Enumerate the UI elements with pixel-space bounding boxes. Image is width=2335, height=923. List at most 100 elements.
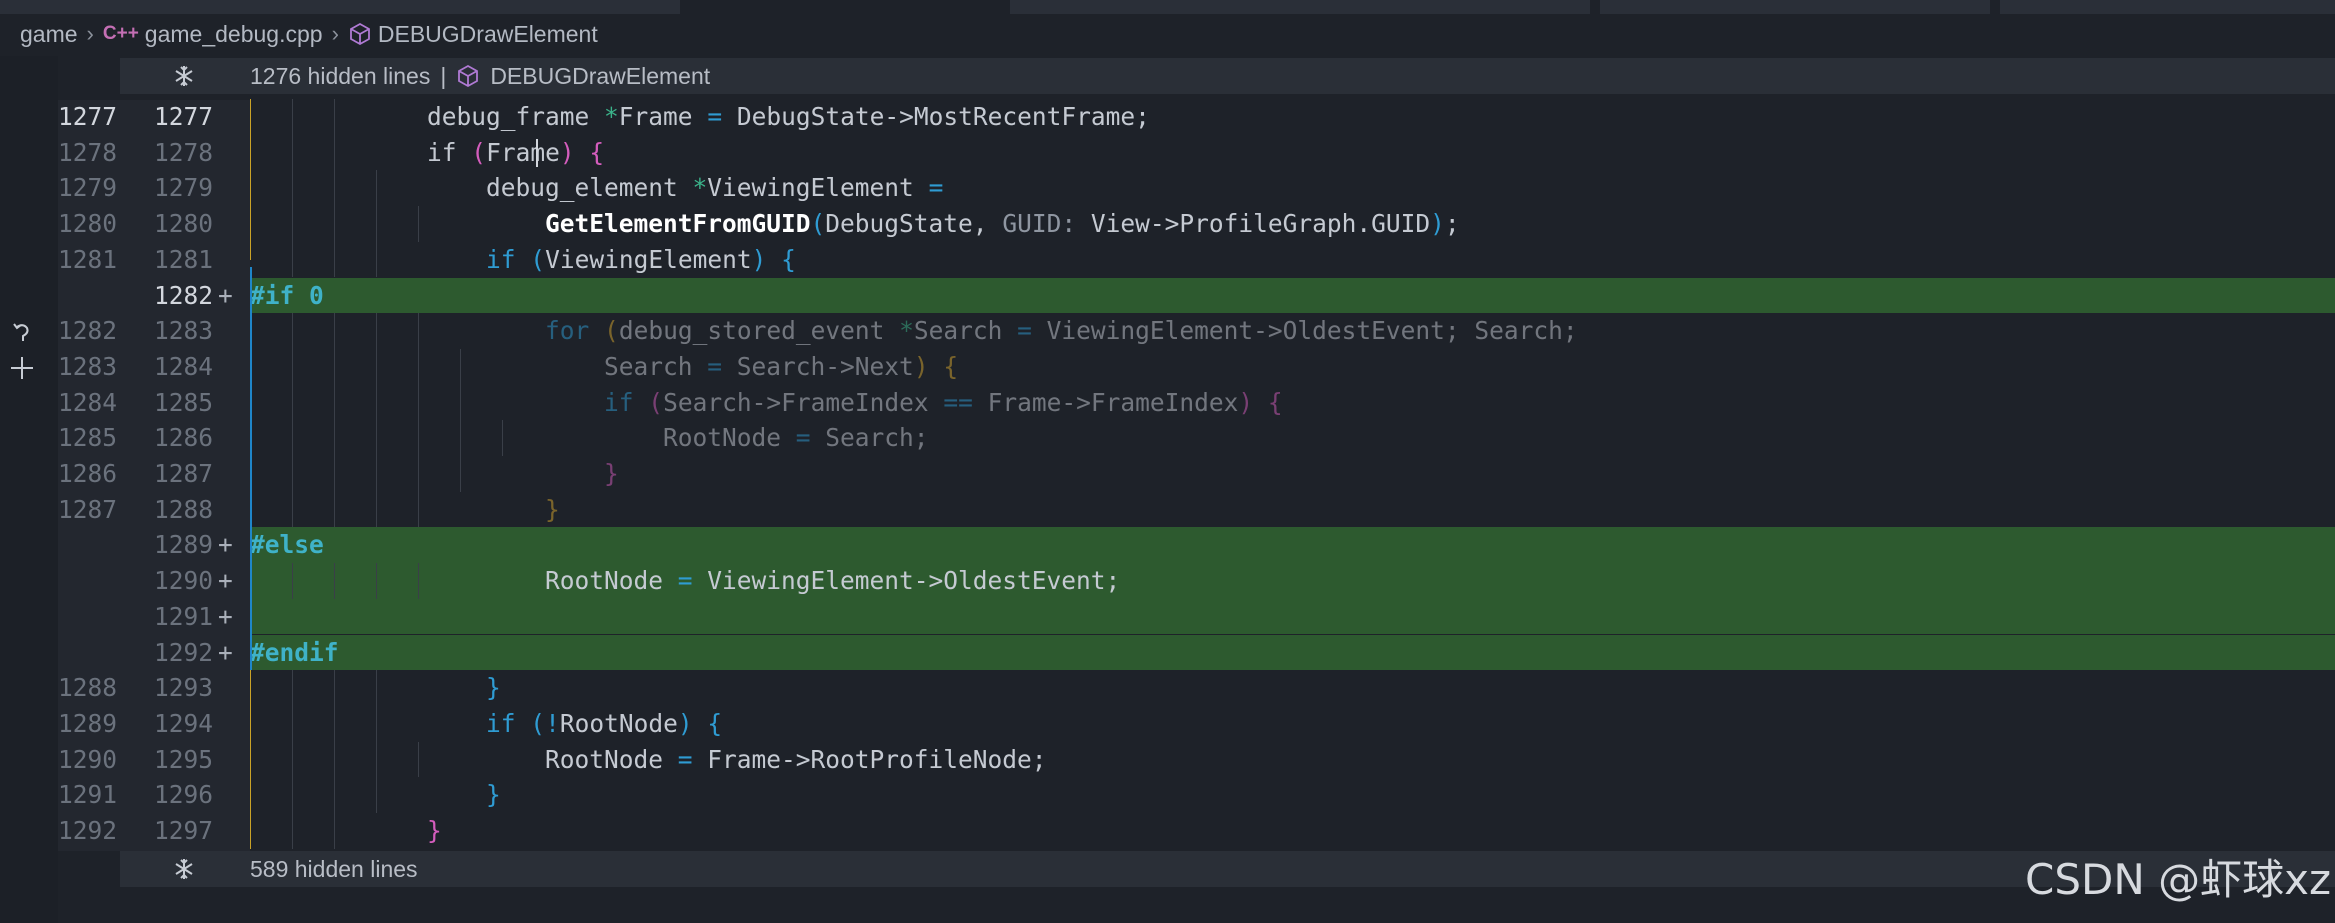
fold-bottom-bar[interactable]: 589 hidden lines — [120, 851, 2335, 887]
code-text[interactable]: #if 0 — [250, 278, 324, 314]
top-tab-strip — [0, 0, 2335, 14]
code-text[interactable]: RootNode = Frame->RootProfileNode; — [250, 742, 1047, 778]
fold-top-bar[interactable]: 1276 hidden lines | DEBUGDrawElement — [120, 58, 2335, 94]
code-text[interactable]: Search = Search->Next) { — [250, 349, 958, 385]
code-token: ) — [751, 244, 767, 274]
code-token: = — [1017, 316, 1032, 346]
cpp-file-icon: C++ — [102, 23, 139, 44]
code-line[interactable]: 1282 1283 for (debug_stored_event *Search… — [0, 313, 2335, 349]
fold-icon[interactable] — [172, 857, 196, 881]
tab-strip-segment — [0, 0, 680, 14]
added-line[interactable]: 1289 + #else — [0, 527, 2335, 564]
new-line-number: 1279 — [154, 173, 214, 203]
code-token: ) — [1238, 387, 1254, 417]
code-token: ( — [530, 244, 546, 274]
code-text[interactable]: #else — [250, 527, 324, 563]
code-token: if — [486, 244, 516, 274]
code-text[interactable]: if (Search->FrameIndex == Frame->FrameIn… — [250, 385, 1283, 421]
code-line[interactable]: 1277 1277 debug_frame *Frame = DebugState… — [0, 99, 2335, 135]
breadcrumb-folder[interactable]: game — [20, 21, 78, 48]
code-line[interactable]: 1290 1295 RootNode = Frame->RootProfileNo… — [0, 741, 2335, 778]
code-token: GUID: — [1002, 209, 1077, 239]
added-marker-icon: + — [218, 637, 233, 667]
code-token: ) — [1430, 209, 1445, 239]
new-line-number: 1294 — [154, 708, 214, 738]
code-token: = — [795, 423, 811, 453]
code-text[interactable]: for (debug_stored_event *Search = Viewin… — [250, 313, 1578, 349]
code-token: ) — [559, 137, 575, 167]
code-token: = — [677, 566, 693, 596]
added-marker-icon: + — [218, 601, 233, 631]
diff-added-highlight — [250, 634, 2335, 671]
new-line-number: 1292 — [154, 637, 214, 667]
added-line[interactable]: 1290 + RootNode = ViewingElement->OldestE… — [0, 563, 2335, 599]
added-line[interactable]: 1291 + — [0, 598, 2335, 635]
code-token: Search — [604, 351, 708, 381]
code-token: DebugState, — [825, 209, 1003, 239]
code-line[interactable]: 1289 1294 if (!RootNode) { — [0, 705, 2335, 742]
diff-added-highlight — [250, 598, 2335, 635]
code-token: DebugState->MostRecentFrame; — [722, 102, 1150, 131]
code-token: for — [545, 316, 590, 346]
code-line[interactable]: 1279 1279 debug_element *ViewingElement = — [0, 170, 2335, 207]
old-line-number: 1290 — [58, 744, 118, 774]
code-text[interactable]: #endif — [250, 635, 339, 671]
code-line[interactable]: 1278 1278 if (Frame) { — [0, 134, 2335, 171]
code-text[interactable]: } — [250, 777, 501, 813]
code-line[interactable]: 1285 1286 RootNode = Search; — [0, 420, 2335, 456]
breadcrumb-file[interactable]: game_debug.cpp — [145, 21, 323, 48]
chevron-right-icon: › — [86, 21, 94, 46]
fold-symbol[interactable]: DEBUGDrawElement — [490, 63, 710, 90]
fold-icon[interactable] — [172, 64, 196, 88]
code-line[interactable]: 1280 1280 GetElementFromGUID(DebugState, … — [0, 206, 2335, 242]
code-line[interactable]: 1292 1297 } — [0, 813, 2335, 849]
code-text[interactable]: debug_frame *Frame = DebugState->MostRec… — [250, 99, 1150, 135]
code-line[interactable]: 1287 1288 } — [0, 491, 2335, 528]
code-token: debug_stored_event — [618, 316, 900, 346]
code-text[interactable]: if (Frame) { — [250, 135, 604, 171]
code-text[interactable]: } — [250, 670, 501, 706]
code-token: } — [545, 494, 560, 524]
code-token: = — [928, 173, 944, 203]
tab-strip-segment — [1010, 0, 1590, 14]
code-text[interactable]: } — [250, 813, 442, 849]
code-line[interactable]: 1288 1293 } — [0, 670, 2335, 706]
chevron-right-icon: › — [331, 21, 339, 46]
code-text[interactable]: debug_element *ViewingElement = — [250, 170, 943, 206]
code-token: debug_element — [486, 173, 693, 203]
added-line[interactable]: 1292 + #endif — [0, 634, 2335, 671]
code-line[interactable]: 1281 1281 if (ViewingElement) { — [0, 241, 2335, 278]
code-text[interactable]: } — [250, 492, 560, 528]
code-line[interactable]: 1283 1284 Search = Search->Next) { — [0, 348, 2335, 385]
code-text[interactable]: if (ViewingElement) { — [250, 242, 796, 278]
code-text[interactable]: RootNode = ViewingElement->OldestEvent; — [250, 563, 1120, 599]
new-line-number: 1285 — [154, 387, 214, 417]
new-line-number: 1293 — [154, 673, 214, 703]
code-text[interactable]: if (!RootNode) { — [250, 706, 722, 742]
code-text[interactable]: } — [250, 456, 619, 492]
new-line-number: 1284 — [154, 351, 214, 381]
code-line[interactable]: 1286 1287 } — [0, 456, 2335, 492]
old-line-number: 1282 — [58, 316, 118, 346]
old-line-number: 1279 — [58, 173, 118, 203]
code-token: Search — [913, 316, 1018, 346]
code-token: == — [943, 387, 973, 417]
code-token: ! — [545, 708, 560, 738]
code-token: } — [604, 459, 619, 488]
code-line[interactable]: 1284 1285 if (Search->FrameIndex == Frame… — [0, 384, 2335, 421]
breadcrumb-symbol[interactable]: DEBUGDrawElement — [378, 21, 598, 48]
added-line[interactable]: 1282 + #if 0 — [0, 277, 2335, 314]
code-line[interactable]: 1291 1296 } — [0, 777, 2335, 813]
old-line-number: 1285 — [58, 423, 118, 453]
code-text[interactable]: RootNode = Search; — [250, 420, 929, 456]
code-text[interactable]: GetElementFromGUID(DebugState, GUID: Vie… — [250, 206, 1460, 242]
code-token: Search; — [810, 423, 929, 453]
code-token: if — [486, 708, 516, 738]
